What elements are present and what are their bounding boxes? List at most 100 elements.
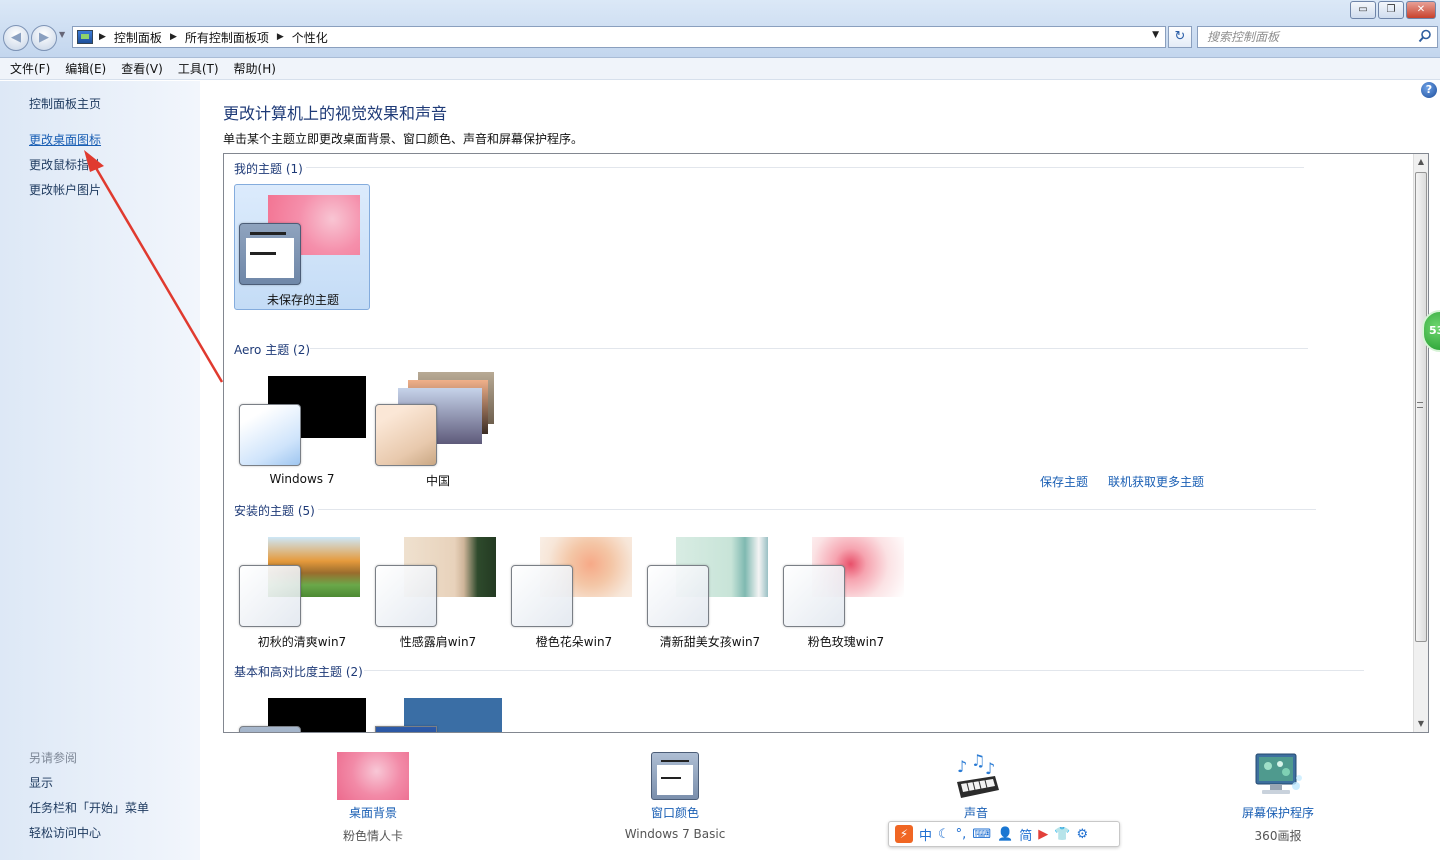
- page-description: 单击某个主题立即更改桌面背景、窗口颜色、声音和屏幕保护程序。: [223, 132, 584, 146]
- arrow-right-icon: ▶: [39, 30, 49, 45]
- recent-pages-dropdown[interactable]: ▼: [59, 30, 65, 39]
- save-theme-link[interactable]: 保存主题: [1040, 473, 1088, 490]
- simplified-toggle[interactable]: 简: [1019, 825, 1032, 844]
- theme-sweet-girl[interactable]: 清新甜美女孩win7: [642, 527, 778, 653]
- theme-early-autumn[interactable]: 初秋的清爽win7: [234, 527, 370, 653]
- setting-value: Windows 7 Basic: [624, 827, 726, 841]
- user-icon[interactable]: 👤: [997, 827, 1013, 842]
- minimize-button[interactable]: ▭: [1350, 1, 1376, 19]
- see-also-heading: 另请参阅: [29, 751, 78, 765]
- sidebar: 控制面板主页 更改桌面图标 更改鼠标指针 更改帐户图片 另请参阅 显示 任务栏和…: [0, 81, 200, 860]
- setting-sounds[interactable]: ♪ ♫ ♪ 声音: [876, 752, 1076, 827]
- breadcrumb-all-items[interactable]: 所有控制面板项: [185, 29, 269, 46]
- group-aero-themes: Aero 主题 (2): [234, 343, 311, 357]
- chevron-right-icon[interactable]: ▶: [99, 32, 106, 42]
- video-icon[interactable]: ▶: [1038, 827, 1048, 842]
- get-more-themes-link[interactable]: 联机获取更多主题: [1108, 473, 1204, 490]
- setting-desktop-background[interactable]: 桌面背景 粉色情人卡: [273, 752, 473, 844]
- theme-windows-classic[interactable]: [370, 688, 506, 732]
- scroll-grip-icon: [1417, 402, 1423, 408]
- setting-value: 粉色情人卡: [342, 829, 403, 843]
- window-preview-icon: [375, 565, 437, 627]
- setting-label[interactable]: 声音: [876, 804, 1076, 821]
- theme-unsaved[interactable]: 未保存的主题: [234, 184, 370, 310]
- setting-screen-saver[interactable]: 屏幕保护程序 360画报: [1178, 752, 1378, 844]
- vertical-scrollbar[interactable]: ▲ ▼: [1413, 154, 1428, 732]
- close-button[interactable]: ✕: [1406, 1, 1436, 19]
- group-basic-themes: 基本和高对比度主题 (2): [234, 665, 363, 679]
- help-icon[interactable]: ?: [1421, 82, 1437, 98]
- window-preview-icon: [375, 726, 437, 732]
- sidebar-change-account-picture[interactable]: 更改帐户图片: [29, 181, 101, 198]
- menu-view[interactable]: 查看(V): [121, 60, 163, 77]
- skin-shirt-icon[interactable]: 👕: [1054, 827, 1070, 842]
- arrow-left-icon: ◀: [11, 30, 21, 45]
- window-preview-icon: [511, 565, 573, 627]
- setting-label[interactable]: 桌面背景: [273, 804, 473, 821]
- theme-name: 粉色玫瑰win7: [807, 635, 885, 649]
- theme-windows-7[interactable]: Windows 7: [234, 366, 370, 492]
- chevron-right-icon[interactable]: ▶: [277, 32, 284, 42]
- sogou-logo-icon[interactable]: ⚡: [895, 825, 913, 843]
- chevron-down-icon[interactable]: ▼: [1152, 30, 1159, 40]
- search-icon[interactable]: [1418, 29, 1432, 43]
- forward-button[interactable]: ▶: [31, 25, 57, 51]
- menu-bar: 文件(F) 编辑(E) 查看(V) 工具(T) 帮助(H): [0, 58, 1440, 80]
- search-input[interactable]: 搜索控制面板: [1197, 26, 1438, 48]
- ime-toolbar: ⚡ 中 ☾ °, ⌨ 👤 简 ▶ 👕 ⚙: [888, 821, 1120, 847]
- search-placeholder: 搜索控制面板: [1207, 30, 1280, 44]
- scroll-down-icon[interactable]: ▼: [1414, 716, 1428, 732]
- theme-china[interactable]: 中国: [370, 366, 506, 492]
- theme-name: 中国: [425, 474, 450, 488]
- breadcrumb-control-panel[interactable]: 控制面板: [114, 29, 162, 46]
- window-color-icon: [651, 752, 699, 800]
- sidebar-display[interactable]: 显示: [29, 774, 53, 791]
- back-button[interactable]: ◀: [3, 25, 29, 51]
- window-preview-icon: [375, 404, 437, 466]
- menu-help[interactable]: 帮助(H): [234, 60, 276, 77]
- theme-orange-flowers[interactable]: 橙色花朵win7: [506, 527, 642, 653]
- refresh-button[interactable]: ↻: [1168, 26, 1192, 48]
- svg-text:♪: ♪: [957, 757, 967, 776]
- theme-off-shoulder[interactable]: 性感露肩win7: [370, 527, 506, 653]
- group-my-themes: 我的主题 (1): [234, 162, 303, 176]
- menu-tools[interactable]: 工具(T): [178, 60, 219, 77]
- theme-name: 未保存的主题: [266, 293, 339, 307]
- theme-windows-7-basic[interactable]: [234, 688, 370, 732]
- menu-file[interactable]: 文件(F): [10, 60, 50, 77]
- setting-label[interactable]: 窗口颜色: [575, 804, 775, 821]
- desktop-background-icon: [337, 752, 409, 800]
- theme-pink-rose[interactable]: 粉色玫瑰win7: [778, 527, 914, 653]
- sidebar-taskbar-start-menu[interactable]: 任务栏和「开始」菜单: [29, 799, 149, 816]
- setting-label[interactable]: 屏幕保护程序: [1178, 804, 1378, 821]
- setting-window-color[interactable]: 窗口颜色 Windows 7 Basic: [575, 752, 775, 841]
- screen-saver-monitor-icon: [1255, 753, 1302, 794]
- sidebar-ease-of-access[interactable]: 轻松访问中心: [29, 824, 101, 841]
- gear-icon[interactable]: ⚙: [1076, 827, 1088, 842]
- title-bar: ▭ ❐ ✕ ◀ ▶ ▼ ▶ 控制面板 ▶ 所有控制面板项 ▶ 个性化 ▼ ↻ 搜…: [0, 0, 1440, 58]
- keyboard-icon[interactable]: ⌨: [972, 827, 991, 842]
- menu-edit[interactable]: 编辑(E): [65, 60, 106, 77]
- scroll-up-icon[interactable]: ▲: [1414, 154, 1428, 170]
- window-preview-icon: [239, 565, 301, 627]
- breadcrumb-personalization[interactable]: 个性化: [292, 29, 328, 46]
- svg-text:♫: ♫: [971, 752, 985, 770]
- ime-mode-toggle[interactable]: 中: [919, 825, 932, 844]
- moon-icon[interactable]: ☾: [938, 827, 950, 842]
- control-panel-icon: [77, 30, 93, 44]
- address-bar[interactable]: ▶ 控制面板 ▶ 所有控制面板项 ▶ 个性化 ▼: [72, 26, 1166, 48]
- window-preview-icon: [647, 565, 709, 627]
- theme-list[interactable]: 我的主题 (1) 未保存的主题 保存主题 联机获取更多主题 Aero 主题 (2…: [223, 153, 1429, 733]
- sidebar-change-desktop-icons[interactable]: 更改桌面图标: [29, 131, 101, 148]
- window-preview-icon: [239, 223, 301, 285]
- maximize-button[interactable]: ❐: [1378, 1, 1404, 19]
- page-title: 更改计算机上的视觉效果和声音: [223, 104, 448, 123]
- theme-name: 性感露肩win7: [399, 635, 477, 649]
- group-divider: [310, 348, 1308, 349]
- punctuation-icon[interactable]: °,: [956, 827, 967, 842]
- chevron-right-icon[interactable]: ▶: [170, 32, 177, 42]
- setting-value: 360画报: [1254, 829, 1302, 843]
- sidebar-control-panel-home[interactable]: 控制面板主页: [29, 95, 101, 112]
- window-preview-icon: [239, 404, 301, 466]
- sidebar-change-mouse-pointers[interactable]: 更改鼠标指针: [29, 156, 101, 173]
